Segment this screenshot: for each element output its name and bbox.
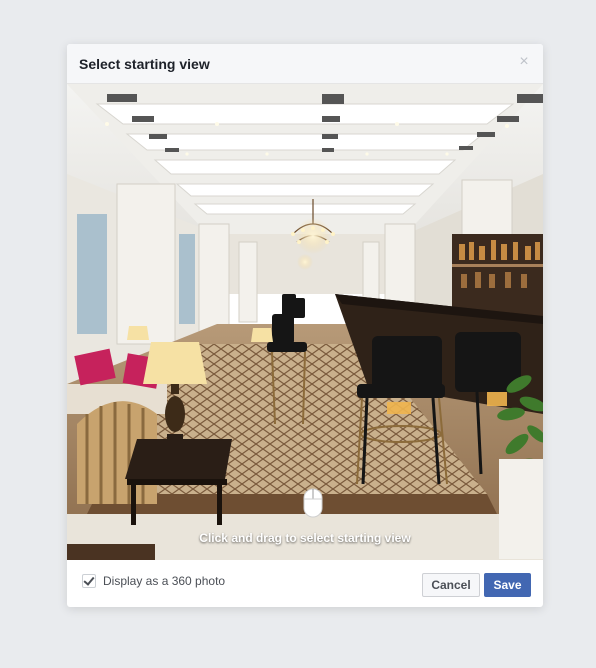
save-button[interactable]: Save — [484, 573, 531, 597]
mouse-icon — [303, 488, 323, 518]
dialog-header: Select starting view × — [67, 44, 543, 84]
dialog-title: Select starting view — [79, 56, 210, 72]
checkbox-label: Display as a 360 photo — [103, 574, 226, 588]
display-as-360-checkbox[interactable]: Display as a 360 photo — [82, 574, 225, 588]
dialog-footer: Display as a 360 photo Cancel Save — [67, 560, 543, 607]
select-starting-view-dialog: Select starting view × Click and drag to… — [67, 44, 543, 607]
checkbox-check-icon[interactable] — [82, 574, 96, 588]
close-icon[interactable]: × — [517, 54, 531, 70]
360-photo-viewer[interactable]: Click and drag to select starting view — [67, 84, 543, 560]
drag-hint-text: Click and drag to select starting view — [199, 531, 411, 545]
cancel-button[interactable]: Cancel — [422, 573, 480, 597]
